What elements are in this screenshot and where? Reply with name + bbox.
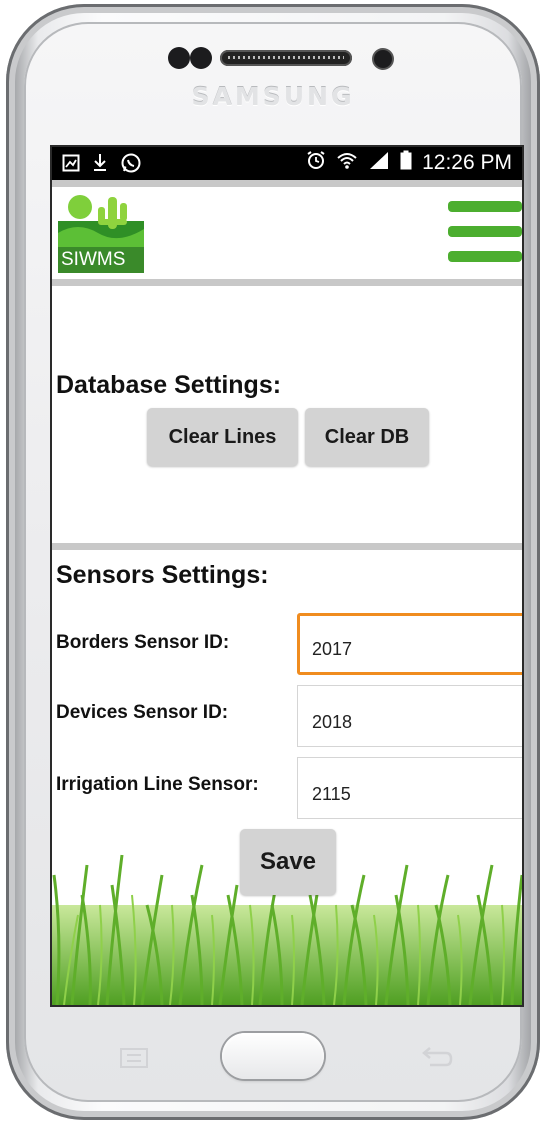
app-header: SIWMS — [52, 187, 522, 279]
status-time: 12:26 PM — [422, 150, 512, 174]
light-sensor — [190, 47, 212, 69]
hamburger-menu-icon[interactable] — [448, 199, 522, 265]
database-settings-title: Database Settings: — [56, 371, 282, 399]
header-divider — [52, 279, 522, 286]
top-divider — [52, 180, 522, 187]
devices-sensor-input[interactable] — [297, 685, 522, 747]
device-brand: SAMSUNG — [191, 82, 355, 111]
clear-db-button[interactable]: Clear DB — [305, 408, 429, 466]
irrigation-sensor-label: Irrigation Line Sensor: — [56, 774, 259, 795]
devices-sensor-label: Devices Sensor ID: — [56, 702, 229, 723]
borders-sensor-input[interactable] — [297, 613, 522, 675]
save-button[interactable]: Save — [240, 829, 336, 895]
back-key-icon[interactable] — [418, 1047, 456, 1071]
phone-screen: 12:26 PM SIWMS Database Settings: Clear … — [52, 147, 522, 1005]
status-bar: 12:26 PM — [52, 147, 522, 180]
download-icon — [92, 153, 108, 178]
section-divider — [52, 543, 522, 550]
alarm-icon — [306, 150, 326, 175]
front-camera — [374, 50, 392, 68]
image-notification-icon — [62, 154, 80, 177]
whatsapp-icon — [120, 152, 142, 179]
signal-icon — [368, 150, 390, 175]
proximity-sensor — [168, 47, 190, 69]
menu-key-icon[interactable] — [115, 1047, 153, 1071]
home-button[interactable] — [222, 1033, 324, 1079]
battery-icon — [400, 150, 412, 175]
irrigation-sensor-input[interactable] — [297, 757, 522, 819]
earpiece-speaker — [220, 50, 352, 66]
clear-lines-button[interactable]: Clear Lines — [147, 408, 298, 466]
logo-text: SIWMS — [61, 249, 126, 270]
sensors-settings-title: Sensors Settings: — [56, 561, 269, 589]
wifi-icon — [336, 150, 358, 175]
siwms-logo[interactable]: SIWMS — [58, 193, 144, 273]
borders-sensor-label: Borders Sensor ID: — [56, 632, 230, 653]
